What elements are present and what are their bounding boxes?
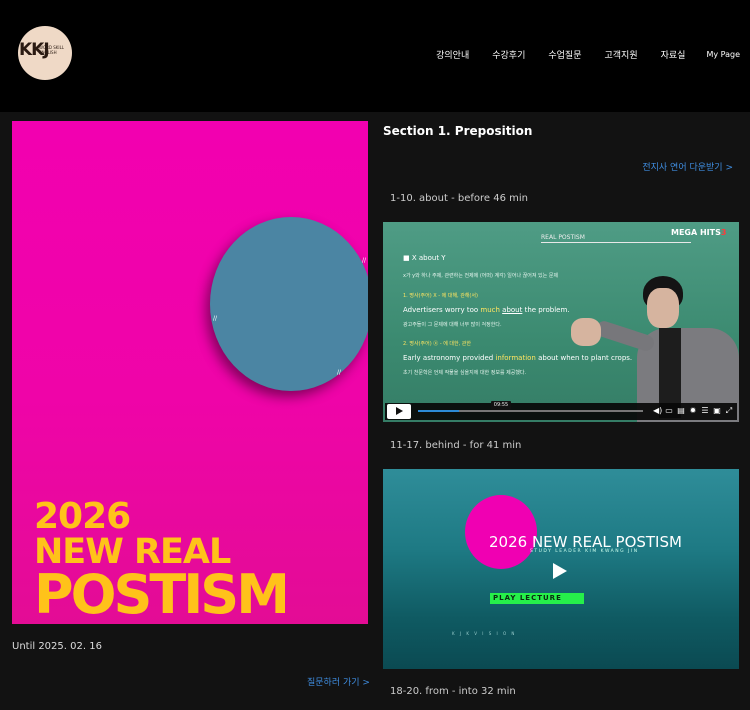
nav-item-mypage[interactable]: My Page <box>706 50 740 59</box>
poster-tick: // <box>362 257 367 264</box>
video-controls: 09:55 ◀) ▭ ▤ ✹ ☰ ▣ ⤢ <box>385 401 737 420</box>
board-sentence1: Advertisers worry too much about the pro… <box>403 306 570 314</box>
thumbnail-caption: K J K V I S I O N <box>452 631 517 636</box>
board-title: REAL POSTISM <box>541 234 691 243</box>
thumbnail-circle <box>465 495 537 569</box>
sentence2-hl: information <box>495 354 536 362</box>
board-trans1: 광고주들이 그 문제에 대해 너무 많이 걱정한다. <box>403 322 502 328</box>
captions-icon[interactable]: ▭ <box>665 406 673 415</box>
site-header: KKJ WORD SKILL ENGLISH 강의안내 수강후기 수업질문 고객… <box>0 0 750 112</box>
nav-item-courses[interactable]: 강의안내 <box>436 48 469 61</box>
board-sentence2: Early astronomy provided information abo… <box>403 354 632 362</box>
megahits-number: 3 <box>720 228 727 237</box>
logo-subtext: WORD SKILL ENGLISH <box>39 45 65 55</box>
section-title: Section 1. Preposition <box>383 124 533 138</box>
sentence1-post: the problem. <box>522 306 570 314</box>
settings-gear-icon[interactable]: ✹ <box>689 406 697 415</box>
fullscreen-icon[interactable]: ⤢ <box>725 406 733 415</box>
lecture-video-player[interactable]: REAL POSTISM MEGA HITS3 ■ X about Y x가 y… <box>383 222 739 422</box>
play-button[interactable] <box>387 404 411 419</box>
main-nav: 강의안내 수강후기 수업질문 고객지원 자료실 My Page <box>436 48 740 61</box>
course-until-date: Until 2025. 02. 16 <box>12 641 102 652</box>
board-point1: 1. 명사(주어) X - 에 대해, 관해(서) <box>403 293 478 299</box>
poster-line2: POSTISM <box>34 563 290 624</box>
sentence1-hl2: about <box>502 306 523 314</box>
sentence2-pre: Early astronomy provided <box>403 354 496 362</box>
lecturer-figure <box>571 276 739 422</box>
poster-title: 2026 NEW REAL POSTISM <box>34 496 290 624</box>
board-trans2: 초기 천문학은 언제 작물을 심을지에 대한 정보를 제공했다. <box>403 370 527 376</box>
lesson-title: 11-17. behind - for 41 min <box>390 440 522 451</box>
board-intro: x가 y와 하나 주제, 관련하는 전제에 (어떠) 계각) 일어나 끊어져 있… <box>403 273 559 279</box>
sentence1-hl1: much <box>480 306 500 314</box>
poster-circle <box>210 217 368 391</box>
play-icon[interactable] <box>553 563 567 579</box>
play-lecture-button[interactable]: PLAY LECTURE <box>490 593 584 604</box>
time-tooltip: 09:55 <box>491 401 511 410</box>
lesson-title: 1-10. about - before 46 min <box>390 193 528 204</box>
lesson-title: 18-20. from - into 32 min <box>390 686 516 697</box>
megahits-logo: MEGA HITS3 <box>671 228 726 237</box>
chapters-icon[interactable]: ☰ <box>701 406 709 415</box>
nav-item-reviews[interactable]: 수강후기 <box>492 48 525 61</box>
nav-item-resources[interactable]: 자료실 <box>661 48 686 61</box>
download-link[interactable]: 전지사 연어 다운받기 > <box>642 160 733 173</box>
board-heading: ■ X about Y <box>403 254 446 262</box>
poster-tick: // <box>213 315 218 322</box>
sentence2-post: about when to plant crops. <box>535 354 633 362</box>
poster-year: 2026 <box>34 496 131 537</box>
pip-icon[interactable]: ▣ <box>713 406 721 415</box>
brand-logo[interactable]: KKJ WORD SKILL ENGLISH <box>18 26 72 80</box>
lecture-video-thumbnail[interactable]: 2026 NEW REAL POSTISM STUDY LEADER KIM K… <box>383 469 739 669</box>
ask-question-link[interactable]: 질문하러 가기 > <box>307 675 370 688</box>
control-icons: ◀) ▭ ▤ ✹ ☰ ▣ ⤢ <box>653 406 733 415</box>
transcript-icon[interactable]: ▤ <box>677 406 685 415</box>
thumbnail-subtitle: STUDY LEADER KIM KWANG JIN <box>530 549 639 554</box>
course-poster: // // // 2026 NEW REAL POSTISM <box>12 121 368 624</box>
volume-icon[interactable]: ◀) <box>653 406 662 415</box>
sentence1-pre: Advertisers worry too <box>403 306 481 314</box>
progress-fill <box>418 410 459 412</box>
board-point2: 2. 명사(주어) Ⓧ - 에 대한, 관한 <box>403 341 472 347</box>
poster-tick: // <box>337 369 342 376</box>
megahits-text: MEGA HITS <box>671 228 721 237</box>
progress-bar[interactable]: 09:55 <box>418 401 643 412</box>
nav-item-support[interactable]: 고객지원 <box>604 48 637 61</box>
board-heading-text: X about Y <box>411 254 446 262</box>
nav-item-questions[interactable]: 수업질문 <box>548 48 581 61</box>
